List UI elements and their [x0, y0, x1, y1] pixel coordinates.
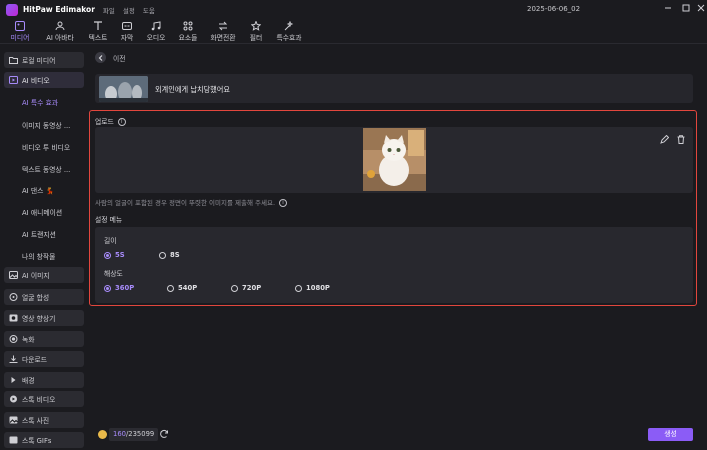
sidebar-item-ai-image[interactable]: AI 이미지	[4, 267, 84, 283]
resolution-option-540p[interactable]: 540P	[167, 284, 197, 292]
tab-media[interactable]: 미디어	[6, 19, 34, 44]
chevron-left-icon	[98, 54, 102, 61]
image-icon	[9, 271, 18, 279]
menu-settings[interactable]: 설정	[123, 5, 135, 15]
effect-title: 외계인에게 납치당했어요	[155, 85, 231, 94]
tip-info-icon[interactable]: i	[279, 199, 288, 207]
ai-video-icon	[9, 76, 18, 84]
radio-icon	[167, 284, 174, 292]
stock-photo-icon	[9, 416, 18, 424]
length-label: 길이	[104, 237, 117, 245]
radio-selected-icon	[104, 284, 111, 292]
sidebar-item-face-swap[interactable]: 얼굴 합성	[4, 289, 84, 305]
radio-icon	[159, 251, 166, 259]
maximize-icon[interactable]	[682, 4, 690, 12]
resolution-option-1080p[interactable]: 1080P	[295, 284, 330, 292]
resolution-option-720p[interactable]: 720P	[231, 284, 261, 292]
sidebar-item-video-enhancer[interactable]: 영상 향상기	[4, 310, 84, 326]
effect-thumbnail	[99, 76, 148, 102]
sidebar-item-download[interactable]: 다운로드	[4, 351, 84, 367]
tab-ai-avatar[interactable]: AI 아바타	[43, 19, 77, 44]
subtitle-icon	[121, 20, 133, 31]
upload-title: 업로드 i	[95, 116, 126, 126]
back-button[interactable]	[95, 52, 106, 63]
sidebar-sub-image-to-video[interactable]: 이미지 동영상 ...	[22, 120, 70, 130]
resolution-label: 해상도	[104, 270, 123, 278]
text-icon	[92, 20, 104, 31]
sidebar-sub-text-to-video[interactable]: 텍스트 동영상 ...	[22, 164, 70, 174]
close-icon[interactable]	[697, 4, 705, 12]
settings-title: 설정 메뉴	[95, 216, 123, 224]
transition-icon	[217, 20, 229, 31]
sidebar-sub-my-creations[interactable]: 나의 창작물	[22, 251, 55, 261]
sidebar-item-record[interactable]: 녹화	[4, 331, 84, 347]
tab-filter[interactable]: 필터	[248, 19, 264, 44]
sidebar-sub-ai-animation[interactable]: AI 애니메이션	[22, 207, 62, 217]
credits-display: 160/235099	[109, 428, 159, 441]
enhancer-icon	[9, 314, 18, 322]
elements-icon	[182, 20, 194, 31]
project-name: 2025-06-06_02	[527, 5, 581, 13]
sidebar-sub-ai-dance[interactable]: AI 댄스 💃	[22, 185, 54, 195]
tab-elements[interactable]: 요소들	[176, 19, 200, 44]
title-bar: HitPaw Edimakor 파일 설정 도움	[0, 0, 707, 19]
download-icon	[9, 355, 18, 363]
play-icon	[9, 376, 18, 384]
sidebar-sub-ai-transition[interactable]: AI 트랜지션	[22, 229, 56, 239]
sidebar-sub-ai-effects[interactable]: AI 특수 효과	[22, 97, 58, 107]
gif-icon	[9, 436, 18, 444]
upload-tip: 사람의 얼굴이 포함된 경우 정면이 뚜렷한 이미지를 제출해 주세요. i	[95, 197, 288, 207]
tab-subtitle[interactable]: 자막	[119, 19, 135, 44]
info-icon[interactable]: i	[117, 118, 126, 126]
length-option-5s[interactable]: 5S	[104, 251, 125, 259]
filter-icon	[250, 20, 262, 31]
resolution-option-360p[interactable]: 360P	[104, 284, 134, 292]
delete-icon[interactable]	[677, 135, 685, 144]
sidebar-item-background[interactable]: 배경	[4, 372, 84, 388]
app-title: HitPaw Edimakor	[23, 5, 95, 14]
back-label: 이전	[113, 55, 126, 63]
effects-icon	[283, 20, 295, 31]
tab-transition[interactable]: 화면전환	[208, 19, 238, 44]
uploaded-image	[363, 128, 426, 191]
edit-icon[interactable]	[660, 135, 669, 144]
tab-effects[interactable]: 특수효과	[273, 19, 305, 44]
sidebar-sub-video-to-video[interactable]: 비디오 투 비디오	[22, 142, 70, 152]
main-toolbar: 미디어 AI 아바타 텍스트 자막 오디오 요소들 화면전환 필터 특수효과	[0, 19, 707, 44]
menu-help[interactable]: 도움	[143, 5, 155, 15]
audio-icon	[150, 20, 162, 31]
media-icon	[14, 20, 26, 31]
tab-text[interactable]: 텍스트	[86, 19, 110, 44]
face-swap-icon	[9, 293, 18, 301]
sidebar-item-ai-video[interactable]: AI 비디오	[4, 72, 84, 88]
record-icon	[9, 335, 18, 343]
avatar-icon	[54, 20, 66, 31]
sidebar-item-stock-video[interactable]: 스톡 비디오	[4, 391, 84, 407]
menu-file[interactable]: 파일	[103, 5, 115, 15]
tab-audio[interactable]: 오디오	[144, 19, 168, 44]
sidebar-item-stock-gifs[interactable]: 스톡 GIFs	[4, 432, 84, 448]
generate-button[interactable]: 생성	[648, 428, 693, 441]
stock-video-icon	[9, 395, 18, 403]
radio-icon	[295, 284, 302, 292]
app-logo	[6, 3, 18, 16]
refresh-icon[interactable]	[159, 429, 169, 439]
length-option-8s[interactable]: 8S	[159, 251, 180, 259]
radio-icon	[231, 284, 238, 292]
folder-icon	[9, 56, 18, 64]
minimize-icon[interactable]	[664, 4, 672, 12]
radio-selected-icon	[104, 251, 111, 259]
coin-icon	[98, 430, 107, 439]
sidebar-item-stock-photo[interactable]: 스톡 사진	[4, 412, 84, 428]
sidebar-item-local-media[interactable]: 로컬 미디어	[4, 52, 84, 68]
